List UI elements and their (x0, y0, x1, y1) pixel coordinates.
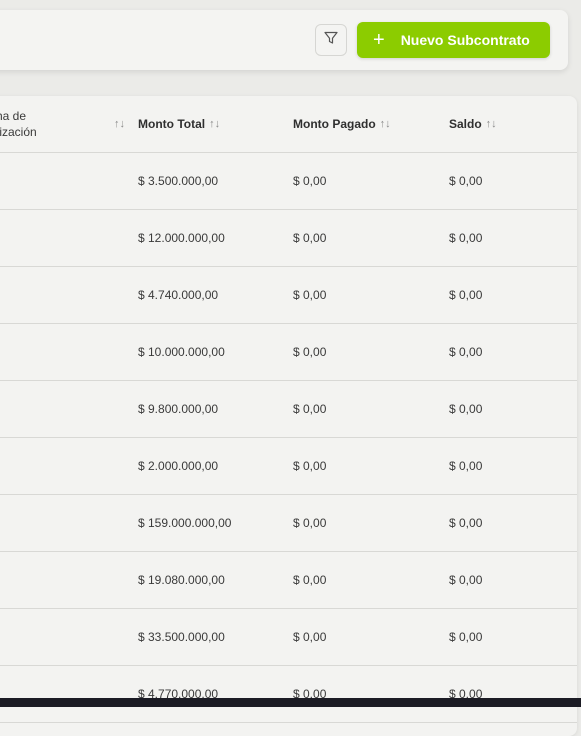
monto-pagado-cell: $ 0,00 (293, 459, 327, 473)
table-row[interactable]: $ 19.080.000,00 $ 0,00 $ 0,00 (0, 552, 577, 609)
table-row[interactable]: $ 159.000.000,00 $ 0,00 $ 0,00 (0, 495, 577, 552)
monto-pagado-cell: $ 0,00 (293, 288, 327, 302)
saldo-cell: $ 0,00 (449, 516, 483, 530)
monto-pagado-cell: $ 0,00 (293, 231, 327, 245)
table-row[interactable]: $ 2.000.000,00 $ 0,00 $ 0,00 (0, 438, 577, 495)
monto-pagado-cell: $ 0,00 (293, 516, 327, 530)
monto-total-cell: $ 33.500.000,00 (138, 630, 225, 644)
saldo-cell: $ 0,00 (449, 231, 483, 245)
table-row[interactable]: $ 9.800.000,00 $ 0,00 $ 0,00 (0, 381, 577, 438)
table-header: cha de alización ↑↓ Monto Total ↑↓ Monto… (0, 96, 577, 153)
toolbar: + Nuevo Subcontrato (0, 10, 568, 70)
filter-icon (323, 30, 339, 51)
monto-total-cell: $ 10.000.000,00 (138, 345, 225, 359)
monto-pagado-cell: $ 0,00 (293, 174, 327, 188)
table-row[interactable]: $ 4.740.000,00 $ 0,00 $ 0,00 (0, 267, 577, 324)
column-header-label: Monto Pagado (293, 117, 376, 131)
table-row[interactable]: $ 12.000.000,00 $ 0,00 $ 0,00 (0, 210, 577, 267)
monto-total-cell: $ 159.000.000,00 (138, 516, 232, 530)
saldo-cell: $ 0,00 (449, 573, 483, 587)
column-header-monto-pagado[interactable]: Monto Pagado ↑↓ (293, 96, 391, 152)
taskbar-edge (0, 698, 581, 707)
saldo-cell: $ 0,00 (449, 459, 483, 473)
monto-total-cell: $ 2.000.000,00 (138, 459, 219, 473)
plus-icon: + (373, 29, 385, 51)
monto-total-cell: $ 3.500.000,00 (138, 174, 219, 188)
monto-pagado-cell: $ 0,00 (293, 345, 327, 359)
monto-total-cell: $ 4.770.000,00 (138, 687, 219, 701)
monto-pagado-cell: $ 0,00 (293, 630, 327, 644)
column-header-label: cha de alización (0, 109, 37, 139)
new-subcontract-label: Nuevo Subcontrato (400, 32, 530, 48)
filter-button[interactable] (315, 24, 347, 56)
column-header-label: Monto Total (138, 117, 206, 131)
monto-pagado-cell: $ 0,00 (293, 687, 327, 701)
saldo-cell: $ 0,00 (449, 402, 483, 416)
monto-total-cell: $ 4.740.000,00 (138, 288, 219, 302)
table-row[interactable]: $ 33.500.000,00 $ 0,00 $ 0,00 (0, 609, 577, 666)
column-header-label: Saldo (449, 117, 482, 131)
column-header-monto-total[interactable]: Monto Total ↑↓ (138, 96, 220, 152)
table-row[interactable]: $ 4.770.000,00 $ 0,00 $ 0,00 (0, 666, 577, 723)
subcontracts-table: cha de alización ↑↓ Monto Total ↑↓ Monto… (0, 96, 577, 736)
monto-pagado-cell: $ 0,00 (293, 402, 327, 416)
table-row[interactable]: $ 10.000.000,00 $ 0,00 $ 0,00 (0, 324, 577, 381)
saldo-cell: $ 0,00 (449, 345, 483, 359)
saldo-cell: $ 0,00 (449, 687, 483, 701)
new-subcontract-button[interactable]: + Nuevo Subcontrato (357, 22, 550, 58)
sort-icon[interactable]: ↑↓ (209, 118, 220, 130)
saldo-cell: $ 0,00 (449, 174, 483, 188)
column-header-saldo[interactable]: Saldo ↑↓ (449, 96, 497, 152)
sort-icon[interactable]: ↑↓ (114, 116, 125, 132)
monto-total-cell: $ 19.080.000,00 (138, 573, 225, 587)
sort-icon[interactable]: ↑↓ (486, 118, 497, 130)
table-row[interactable]: $ 3.500.000,00 $ 0,00 $ 0,00 (0, 153, 577, 210)
sort-icon[interactable]: ↑↓ (380, 118, 391, 130)
saldo-cell: $ 0,00 (449, 630, 483, 644)
column-header-fecha[interactable]: cha de alización ↑↓ (0, 96, 125, 152)
monto-pagado-cell: $ 0,00 (293, 573, 327, 587)
monto-total-cell: $ 9.800.000,00 (138, 402, 219, 416)
saldo-cell: $ 0,00 (449, 288, 483, 302)
monto-total-cell: $ 12.000.000,00 (138, 231, 225, 245)
